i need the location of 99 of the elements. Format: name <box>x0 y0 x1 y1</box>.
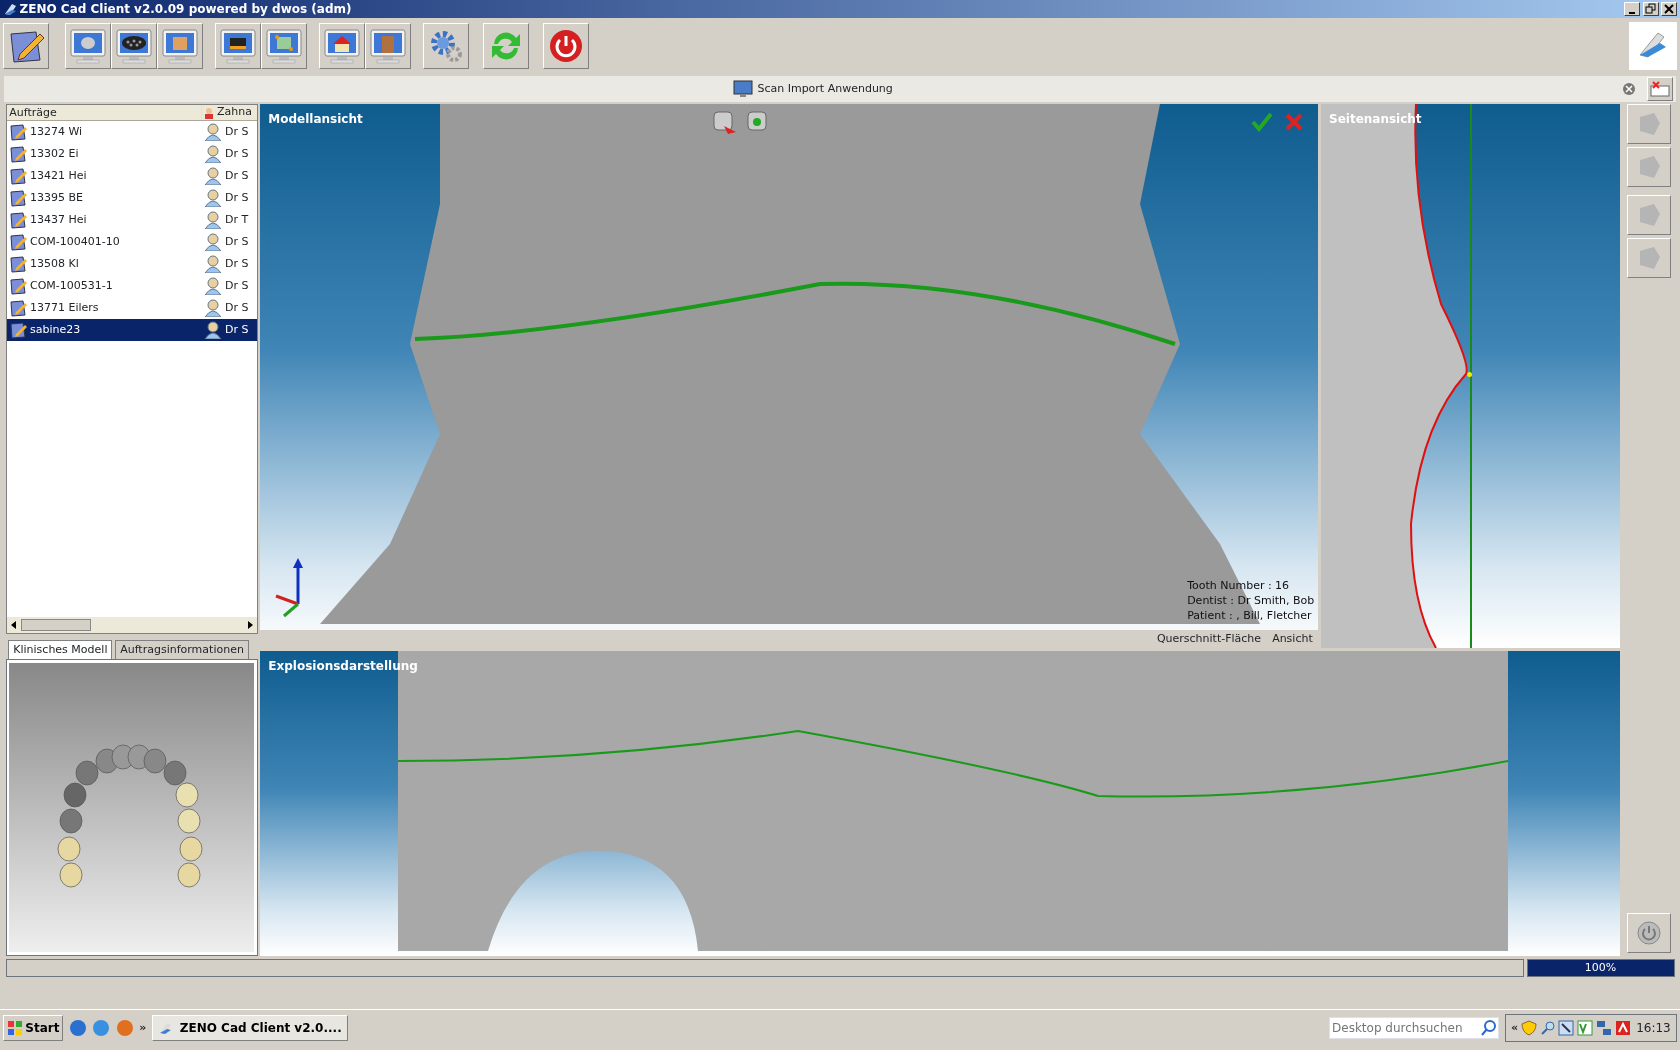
person-icon <box>204 255 223 273</box>
column-header-label: Zahna <box>217 104 252 121</box>
close-panel-button[interactable] <box>1622 82 1637 96</box>
person-icon <box>204 299 223 317</box>
tool-button[interactable] <box>1626 146 1671 187</box>
dentist-name: Dr S <box>225 123 249 140</box>
order-row[interactable]: 13302 Ei Dr S <box>6 143 257 165</box>
more-button[interactable]: » <box>139 1020 147 1037</box>
toolbar-button[interactable] <box>214 23 261 69</box>
toolbar-button[interactable] <box>110 23 157 69</box>
order-name: 13437 Hei <box>30 211 87 228</box>
shield-icon <box>1520 1020 1537 1037</box>
network-icon <box>1595 1020 1612 1037</box>
order-row[interactable]: 13437 Hei Dr T <box>6 209 257 231</box>
order-name: 13302 Ei <box>30 145 79 162</box>
person-icon <box>204 106 215 119</box>
tab[interactable]: Klinisches Modell <box>8 639 113 659</box>
dentist-name: Dr S <box>225 277 249 294</box>
taskbar-task[interactable]: ZENO Cad Client v2.0.... <box>151 1015 349 1042</box>
tool-icon <box>1558 1020 1575 1037</box>
view-tab[interactable]: Ansicht <box>1272 630 1313 648</box>
tab[interactable]: Auftragsinformationen <box>115 639 249 659</box>
search-field[interactable]: Desktop durchsuchen <box>1329 1017 1500 1040</box>
person-icon <box>204 321 223 339</box>
order-name: COM-100531-1 <box>30 277 113 294</box>
person-icon <box>204 233 223 251</box>
order-name: 13771 Eilers <box>30 299 99 316</box>
folder-icon <box>1650 81 1671 97</box>
house-monitor-icon <box>321 26 362 66</box>
horizontal-scrollbar[interactable] <box>6 617 257 633</box>
vc-icon <box>1577 1020 1594 1037</box>
person-icon <box>204 211 223 229</box>
panel-title: Scan Import Anwendung <box>757 80 893 97</box>
umbrella-icon <box>1614 1020 1631 1037</box>
monitor-icon <box>217 26 258 66</box>
curve-point-icon <box>1467 372 1472 377</box>
app-icon <box>2 2 17 16</box>
window-title: ZENO Cad Client v2.0.09 powered by dwos (adm) <box>19 1 353 18</box>
close-icon <box>1284 112 1305 132</box>
clock: 16:13 <box>1636 1020 1671 1038</box>
check-icon <box>1251 112 1274 132</box>
start-button[interactable]: Start <box>2 1015 64 1042</box>
power-button[interactable] <box>1626 913 1671 954</box>
tool-button[interactable] <box>1626 195 1671 235</box>
order-name: 13395 BE <box>30 189 83 206</box>
monitor-icon <box>67 26 108 66</box>
windows-logo-icon <box>6 1020 23 1037</box>
order-row[interactable]: 13274 Wi Dr S <box>6 121 257 143</box>
toolbar-button[interactable] <box>2 23 49 69</box>
person-icon <box>204 277 223 295</box>
monitor-icon <box>159 26 200 66</box>
restore-icon <box>1644 3 1657 15</box>
power-icon <box>1635 920 1662 947</box>
order-name: 13274 Wi <box>30 123 83 140</box>
view-title: Modellansicht <box>268 111 363 128</box>
column-header[interactable]: Aufträge <box>6 105 202 120</box>
monitor-icon <box>733 80 754 98</box>
tool-button[interactable] <box>1626 104 1671 144</box>
order-row[interactable]: COM-100401-10 Dr S <box>6 231 257 253</box>
dentist-name: Dr S <box>225 321 249 338</box>
monitor-icon <box>113 26 154 66</box>
column-header[interactable]: Zahna <box>201 105 252 120</box>
restore-button[interactable] <box>1642 2 1659 16</box>
search-icon <box>1539 1020 1556 1037</box>
minimize-icon <box>1628 11 1635 14</box>
dentist-name: Dr S <box>225 299 249 316</box>
order-name: COM-100401-10 <box>30 233 120 250</box>
dentist-name: Dr S <box>225 167 249 184</box>
monitor-icon <box>263 26 304 66</box>
dentist-name: Dr S <box>225 233 249 250</box>
order-name: sabine23 <box>30 321 81 338</box>
minimize-button[interactable] <box>1623 2 1640 16</box>
folder-button[interactable] <box>1647 77 1674 101</box>
order-row[interactable]: 13508 Kl Dr S <box>6 253 257 275</box>
close-icon <box>1622 82 1637 96</box>
progress-text: 100% <box>1583 959 1618 976</box>
person-icon <box>204 123 223 141</box>
person-icon <box>204 145 223 163</box>
order-row[interactable]: 13395 BE Dr S <box>6 187 257 209</box>
close-button[interactable] <box>1661 2 1678 16</box>
info-text: Tooth Number : 16 <box>1187 579 1291 595</box>
order-name: 13508 Kl <box>30 255 79 272</box>
dentist-name: Dr S <box>225 255 249 272</box>
person-icon <box>204 167 223 185</box>
tray-expand-button[interactable]: « <box>1511 1020 1519 1037</box>
order-row[interactable]: 13771 Eilers Dr S <box>6 297 257 319</box>
order-row[interactable]: 13421 Hei Dr S <box>6 165 257 187</box>
order-name: 13421 Hei <box>30 167 87 184</box>
monitor-icon <box>367 26 408 66</box>
close-icon <box>1663 3 1676 15</box>
dentist-name: Dr T <box>225 211 249 228</box>
view-tab[interactable]: Querschnitt-Fläche <box>1156 630 1262 648</box>
order-row[interactable]: COM-100531-1 Dr S <box>6 275 257 297</box>
accept-button[interactable] <box>1251 112 1274 132</box>
tool-button[interactable] <box>1626 237 1671 278</box>
dentist-name: Dr S <box>225 145 249 162</box>
dentist-name: Dr S <box>225 189 249 206</box>
person-icon <box>204 189 223 207</box>
search-icon <box>1480 1019 1499 1038</box>
